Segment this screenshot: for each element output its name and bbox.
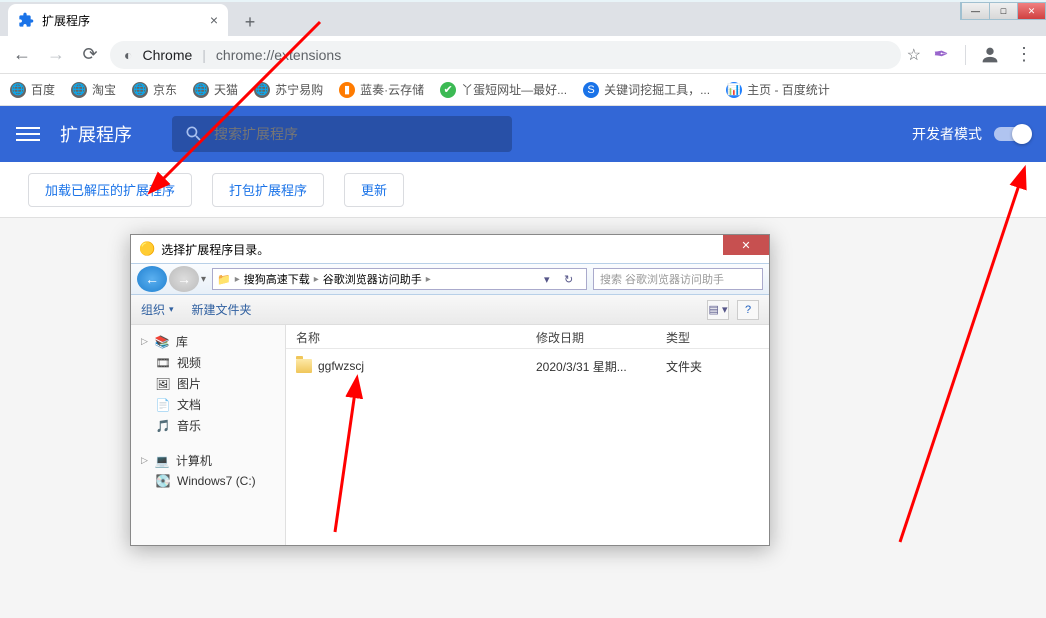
extensions-header: 扩展程序 开发者模式 (0, 106, 1046, 162)
bookmark-star-icon[interactable]: ☆ (907, 45, 921, 65)
profile-icon[interactable] (976, 41, 1004, 69)
extension-icon (18, 12, 34, 28)
sidebar-library[interactable]: ▷📚库 (131, 331, 285, 352)
chrome-icon: 🟡 (139, 241, 155, 257)
dialog-back-button[interactable]: ← (137, 266, 167, 292)
breadcrumb-item[interactable]: 搜狗高速下载 (244, 271, 310, 287)
page-title: 扩展程序 (60, 121, 132, 147)
bookmark-item[interactable]: 🌐淘宝 (71, 81, 116, 98)
maximize-button[interactable]: □ (989, 3, 1017, 19)
address-prefix: Chrome (142, 47, 192, 63)
dialog-close-button[interactable]: ✕ (723, 235, 769, 255)
sidebar-videos[interactable]: 🎞视频 (131, 352, 285, 373)
sidebar-drive-c[interactable]: 💽Windows7 (C:) (131, 471, 285, 491)
dialog-title: 选择扩展程序目录。 (161, 241, 269, 258)
reload-button[interactable]: ⟳ (76, 41, 104, 69)
update-button[interactable]: 更新 (344, 173, 404, 207)
bookmark-icon: 🌐 (10, 82, 26, 98)
browser-tab[interactable]: 扩展程序 × (8, 4, 228, 36)
window-controls: — □ ✕ (960, 2, 1046, 20)
bookmark-icon: 📊 (726, 82, 742, 98)
dialog-toolbar: 组织 ▾ 新建文件夹 ▤ ▾ ? (131, 295, 769, 325)
bookmark-icon: 🌐 (71, 82, 87, 98)
chevron-down-icon[interactable]: ▾ (201, 274, 206, 285)
forward-button[interactable]: → (42, 41, 70, 69)
bookmark-item[interactable]: 🌐京东 (132, 81, 177, 98)
dialog-search-input[interactable]: 搜索 谷歌浏览器访问助手 (593, 268, 763, 290)
hamburger-icon[interactable] (16, 122, 40, 146)
new-folder-button[interactable]: 新建文件夹 (192, 301, 252, 318)
folder-icon (296, 359, 312, 373)
chrome-icon: ◐ (124, 47, 132, 63)
search-input[interactable] (214, 126, 500, 142)
file-row[interactable]: ggfwzscj 2020/3/31 星期... 文件夹 (286, 355, 769, 377)
extensions-toolbar: 加载已解压的扩展程序 打包扩展程序 更新 (0, 162, 1046, 218)
tab-title: 扩展程序 (42, 12, 90, 29)
bookmark-item[interactable]: 📊主页 - 百度统计 (726, 81, 830, 98)
bookmark-item[interactable]: S关键词挖掘工具，... (583, 81, 710, 98)
breadcrumb-dropdown-icon[interactable]: ▾ (544, 273, 562, 286)
menu-icon[interactable]: ⋮ (1010, 41, 1038, 69)
bookmark-icon: 🌐 (193, 82, 209, 98)
bookmark-item[interactable]: 🌐苏宁易购 (254, 81, 323, 98)
pack-extension-button[interactable]: 打包扩展程序 (212, 173, 324, 207)
dialog-breadcrumb[interactable]: 📁 ▸ 搜狗高速下载 ▸ 谷歌浏览器访问助手 ▸ ▾ ↻ (212, 268, 587, 290)
bookmark-icon: ✔ (440, 82, 456, 98)
folder-picker-dialog: 🟡 选择扩展程序目录。 ✕ ← → ▾ 📁 ▸ 搜狗高速下载 ▸ 谷歌浏览器访问… (130, 234, 770, 546)
folder-icon: 📁 (217, 273, 231, 286)
feather-icon[interactable]: ✒ (927, 41, 955, 69)
load-unpacked-button[interactable]: 加载已解压的扩展程序 (28, 173, 192, 207)
dialog-file-list: 名称 修改日期 类型 ggfwzscj 2020/3/31 星期... 文件夹 (286, 325, 769, 546)
refresh-icon[interactable]: ↻ (564, 273, 582, 286)
sidebar-computer[interactable]: ▷💻计算机 (131, 450, 285, 471)
bookmark-item[interactable]: ✔丫蛋短网址—最好... (440, 81, 567, 98)
developer-mode: 开发者模式 (912, 124, 1030, 144)
bookmark-icon: ▮ (339, 82, 355, 98)
col-date[interactable]: 修改日期 (526, 325, 656, 348)
extensions-search[interactable] (172, 116, 512, 152)
sidebar-documents[interactable]: 📄文档 (131, 394, 285, 415)
tab-bar: 扩展程序 × + (0, 2, 1046, 36)
dialog-title-bar: 🟡 选择扩展程序目录。 (131, 235, 769, 263)
help-icon[interactable]: ? (737, 300, 759, 320)
window-close-button[interactable]: ✕ (1017, 3, 1045, 19)
address-url: chrome://extensions (216, 47, 341, 63)
dialog-sidebar: ▷📚库 🎞视频 🖼图片 📄文档 🎵音乐 ▷💻计算机 💽Windows7 (C:) (131, 325, 286, 546)
tab-close-icon[interactable]: × (210, 12, 218, 28)
address-bar: ← → ⟳ ◐ Chrome | chrome://extensions ☆ ✒… (0, 36, 1046, 74)
dev-mode-toggle[interactable] (994, 127, 1030, 141)
bookmark-item[interactable]: ▮蓝奏·云存储 (339, 81, 424, 98)
col-type[interactable]: 类型 (656, 325, 736, 348)
sidebar-music[interactable]: 🎵音乐 (131, 415, 285, 436)
bookmark-icon: S (583, 82, 599, 98)
bookmark-item[interactable]: 🌐天猫 (193, 81, 238, 98)
view-options-button[interactable]: ▤ ▾ (707, 300, 729, 320)
bookmark-item[interactable]: 🌐百度 (10, 81, 55, 98)
bookmark-icon: 🌐 (132, 82, 148, 98)
organize-button[interactable]: 组织 ▾ (141, 301, 174, 318)
col-name[interactable]: 名称 (286, 325, 526, 348)
bookmark-icon: 🌐 (254, 82, 270, 98)
search-icon (184, 124, 204, 144)
dialog-nav: ← → ▾ 📁 ▸ 搜狗高速下载 ▸ 谷歌浏览器访问助手 ▸ ▾ ↻ 搜索 谷歌… (131, 263, 769, 295)
address-input[interactable]: ◐ Chrome | chrome://extensions (110, 41, 901, 69)
file-list-header: 名称 修改日期 类型 (286, 325, 769, 349)
back-button[interactable]: ← (8, 41, 36, 69)
new-tab-button[interactable]: + (236, 8, 264, 36)
breadcrumb-item[interactable]: 谷歌浏览器访问助手 (323, 271, 422, 287)
minimize-button[interactable]: — (961, 3, 989, 19)
dialog-forward-button[interactable]: → (169, 266, 199, 292)
sidebar-pictures[interactable]: 🖼图片 (131, 373, 285, 394)
dev-mode-label: 开发者模式 (912, 124, 982, 144)
bookmarks-bar: 🌐百度 🌐淘宝 🌐京东 🌐天猫 🌐苏宁易购 ▮蓝奏·云存储 ✔丫蛋短网址—最好... S关键词… (0, 74, 1046, 106)
